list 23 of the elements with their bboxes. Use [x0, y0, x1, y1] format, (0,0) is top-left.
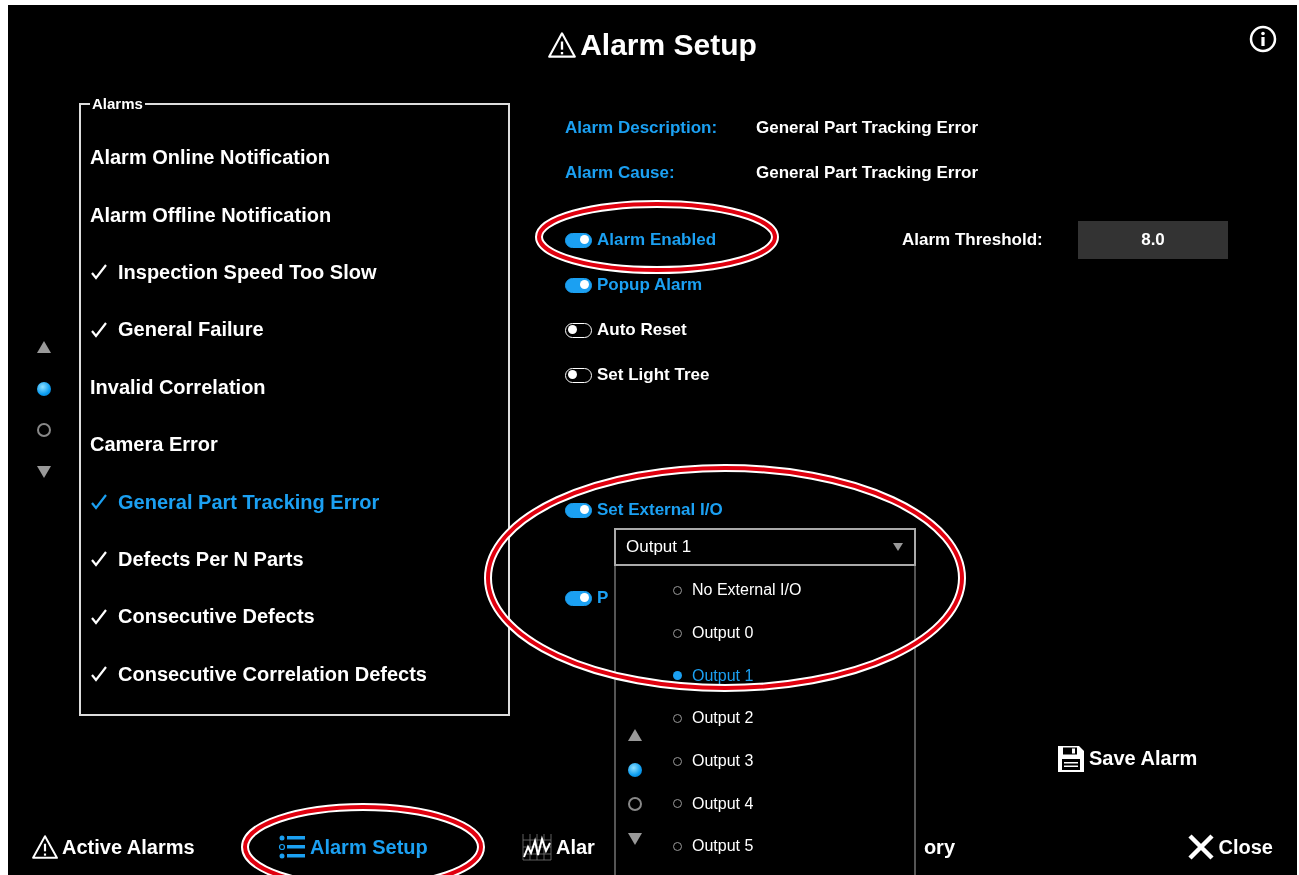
field-value: General Part Tracking Error [756, 118, 979, 138]
window-title: Alarm Setup [580, 28, 757, 62]
toggle-label: Set External I/O [597, 500, 723, 520]
alarm-label: Camera Error [90, 433, 218, 457]
field-label: Alarm Description: [565, 118, 719, 138]
toggle-label: Alarm Enabled [597, 230, 717, 250]
toggle-label: Popup Alarm [597, 275, 703, 295]
alarm-label: Alarm Online Notification [90, 146, 331, 170]
field-label: Alarm Threshold: [902, 230, 1044, 250]
alarm-label: Invalid Correlation [90, 375, 266, 399]
alarm-label: Inspection Speed Too Slow [118, 260, 377, 284]
toggle-label: Auto Reset [597, 320, 687, 340]
toggle-label: Set Light Tree [597, 365, 710, 385]
panel-legend: Alarms [90, 95, 145, 112]
alarm-label: General Failure [118, 318, 264, 342]
field-label: Alarm Cause: [565, 163, 676, 183]
field-value: General Part Tracking Error [756, 163, 979, 183]
alarm-label: Defects Per N Parts [118, 547, 304, 571]
alarm-label: Consecutive Defects [118, 605, 315, 629]
alarm-label: General Part Tracking Error [118, 490, 380, 514]
alarm-label: Alarm Offline Notification [90, 203, 332, 227]
toggle-label: P [597, 588, 609, 608]
alarm-label: Consecutive Correlation Defects [118, 662, 427, 686]
